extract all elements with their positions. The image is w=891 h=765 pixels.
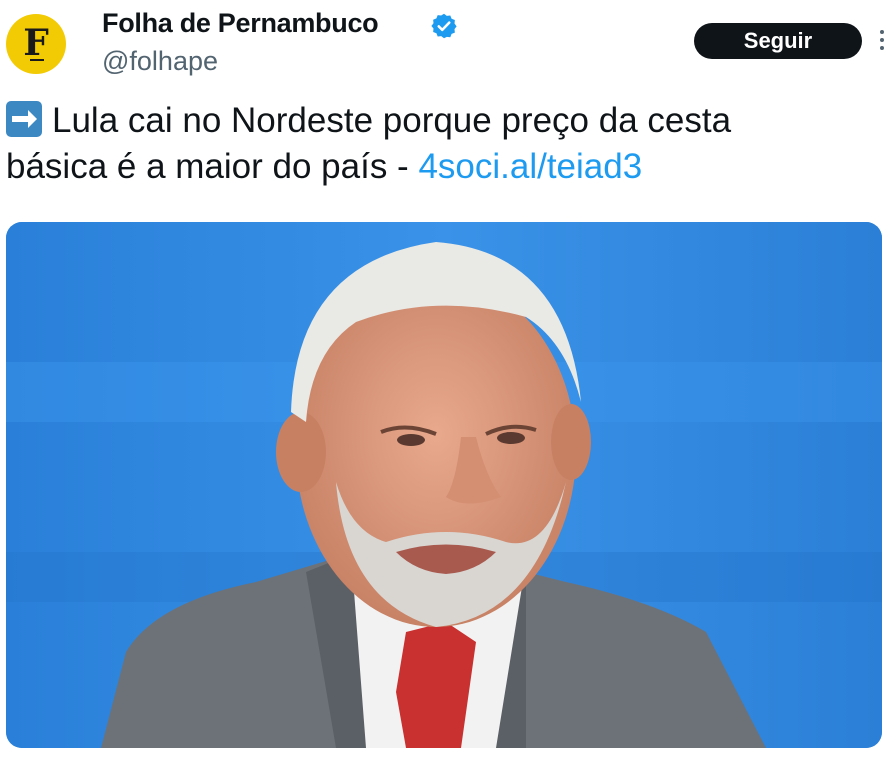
tweet-text-line1: Lula cai no Nordeste porque preço da ces…: [52, 101, 732, 140]
tweet-text: Lula cai no Nordeste porque preço da ces…: [6, 98, 866, 190]
portrait-photo: [6, 222, 882, 748]
right-arrow-emoji-icon: [6, 101, 42, 137]
tweet-media-image[interactable]: [6, 222, 882, 748]
tweet-link[interactable]: 4soci.al/teiad3: [418, 147, 642, 186]
avatar[interactable]: F: [6, 14, 66, 74]
follow-button[interactable]: Seguir: [694, 23, 862, 59]
account-handle[interactable]: @folhape: [102, 46, 218, 77]
more-options-icon[interactable]: [878, 30, 886, 54]
verified-badge-icon: [431, 13, 457, 39]
avatar-letter: F: [23, 22, 49, 64]
avatar-underline: [30, 59, 44, 61]
account-display-name[interactable]: Folha de Pernambuco: [102, 8, 379, 39]
tweet-text-line2: básica é a maior do país -: [6, 147, 419, 186]
